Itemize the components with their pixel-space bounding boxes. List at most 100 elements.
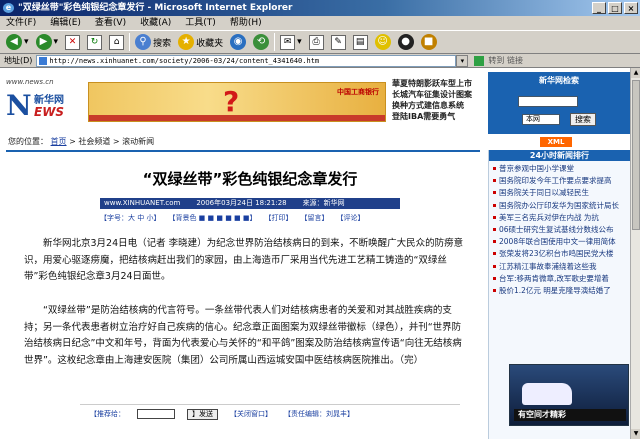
address-dropdown-button[interactable]: ▾: [456, 54, 469, 67]
stop-button[interactable]: ✕: [63, 32, 82, 52]
media-button[interactable]: ◉: [228, 32, 248, 52]
review-link[interactable]: 【评论】: [337, 213, 365, 223]
ranking-item[interactable]: 台军:移两肯微章,改军歌史要增着: [493, 273, 626, 285]
address-bar: 地址(D) http://news.xinhuanet.com/society/…: [0, 54, 640, 68]
logo-url: www.news.cn: [6, 78, 54, 86]
vertical-scrollbar[interactable]: ▲ ▼: [630, 68, 640, 439]
qq-button[interactable]: ●: [396, 32, 416, 52]
page-viewport: www.news.cn N 新华网 EWS ? 中国工商银行 華夏特朗影跃车型上…: [0, 68, 630, 439]
media-icon: ◉: [230, 34, 247, 50]
article-headline: “双绿丝带”彩色纯银纪念章发行: [142, 170, 358, 188]
ranking-item[interactable]: 国务院关于同日以减轻民生: [493, 187, 626, 199]
maximize-button[interactable]: □: [608, 2, 622, 14]
ranking-item[interactable]: 06硕士研究生复试基线分数线公布: [493, 224, 626, 236]
close-button[interactable]: ×: [624, 2, 638, 14]
ranking-item[interactable]: 国务院办公厅印发华为国家统计局长: [493, 200, 626, 212]
banner-stripe: [89, 115, 385, 121]
go-area[interactable]: 转到 链接: [474, 55, 523, 66]
search-box-title: 新华网检索: [539, 76, 579, 85]
logo-sub: EWS: [34, 105, 65, 119]
scroll-thumb[interactable]: [632, 80, 640, 230]
ranking-item[interactable]: 股价1.2亿元 明星克隆导演结婚了: [493, 285, 626, 297]
font-size-tool[interactable]: 【字号：大 中 小】: [100, 213, 160, 223]
search-button[interactable]: ⚲ 搜索: [133, 32, 173, 52]
mail-button[interactable]: ✉ ▾: [278, 32, 304, 52]
discuss-button[interactable]: ▤: [351, 32, 370, 52]
minimize-button[interactable]: _: [592, 2, 606, 14]
edit-button[interactable]: ✎: [329, 32, 348, 52]
ranking-item[interactable]: 2008年联合国使用中文一律用简体: [493, 236, 626, 248]
penguin-icon: ●: [397, 34, 414, 50]
search-icon: ⚲: [135, 34, 152, 50]
search-label: 搜索: [153, 38, 172, 49]
forward-arrow-icon: ▶: [35, 34, 52, 50]
history-button[interactable]: ⟲: [251, 32, 271, 52]
ranking-item[interactable]: 美军三名宪兵对伊在内战 为抗: [493, 212, 626, 224]
scroll-up-button[interactable]: ▲: [631, 68, 640, 78]
toolbar-divider: [129, 33, 131, 51]
window-title: "双绿丝带"彩色纯银纪念章发行 - Microsoft Internet Exp…: [18, 3, 293, 13]
home-button[interactable]: ⌂: [107, 32, 126, 52]
page-icon: [39, 56, 48, 65]
ranking-item[interactable]: 国务院印发今年工作要点要求提高: [493, 175, 626, 187]
ranking-item[interactable]: 江苏精江事故奉浦绕着这些我: [493, 261, 626, 273]
breadcrumb-prefix: 您的位置：: [8, 137, 48, 146]
edit-icon: ✎: [330, 34, 346, 50]
send-button[interactable]: 】发送: [187, 408, 218, 420]
background-color-tool[interactable]: 【背景色 ■ ■ ■ ■ ■ ■】: [168, 213, 256, 223]
breadcrumb-rule: [6, 150, 480, 152]
breadcrumb-rolling[interactable]: 滚动新闻: [122, 137, 154, 146]
top-link[interactable]: 换种方式建信息系统: [392, 100, 482, 111]
back-button[interactable]: ◀ ▾: [4, 32, 31, 52]
close-window-link[interactable]: 【关闭窗口】: [230, 408, 272, 420]
logo-mark: N 新华网 EWS: [6, 89, 66, 125]
address-label: 地址(D): [4, 56, 33, 65]
comment-link[interactable]: 【留言】: [301, 213, 329, 223]
bookmark-button[interactable]: ■: [419, 32, 439, 52]
car-ad-slogan: 有空间才精彩: [514, 409, 626, 421]
logo-n-glyph: N: [6, 89, 32, 122]
site-search-button[interactable]: 搜索: [570, 113, 596, 126]
star-icon: ★: [178, 34, 195, 50]
scroll-down-button[interactable]: ▼: [631, 429, 640, 439]
print-button[interactable]: ⎙: [307, 32, 326, 52]
recommend-email-input[interactable]: [137, 409, 175, 419]
bank-ad-banner[interactable]: ? 中国工商银行: [88, 82, 386, 122]
bank-name: 中国工商银行: [337, 88, 379, 96]
toolbar: ◀ ▾ ▶ ▾ ✕ ↻ ⌂ ⚲ 搜索 ★ 收藏夹 ◉ ⟲ ✉ ▾ ⎙ ✎ ▤ ☺ ● ■: [0, 30, 640, 54]
breadcrumb-society[interactable]: 社会频道: [78, 137, 110, 146]
site-search-input[interactable]: [518, 96, 578, 107]
menu-file[interactable]: 文件(F): [6, 16, 36, 30]
editor-credit: 【责任编辑：刘晁丰】: [284, 410, 354, 418]
forward-button[interactable]: ▶ ▾: [34, 32, 61, 52]
favorites-button[interactable]: ★ 收藏夹: [176, 32, 225, 52]
site-search-box: 新华网检索 本网 搜索: [488, 72, 630, 134]
ie-icon: e: [3, 3, 14, 13]
search-scope-select[interactable]: 本网: [522, 114, 560, 125]
menu-view[interactable]: 查看(V): [95, 16, 126, 30]
menu-help[interactable]: 帮助(H): [230, 16, 262, 30]
site-logo[interactable]: www.news.cn N 新华网 EWS: [6, 78, 76, 133]
refresh-button[interactable]: ↻: [85, 32, 104, 52]
history-icon: ⟲: [253, 34, 270, 50]
breadcrumb-home[interactable]: 首页: [51, 137, 67, 146]
address-input[interactable]: http://news.xinhuanet.com/society/2006-0…: [36, 54, 457, 67]
top-link[interactable]: 长城汽车征集设计图案: [392, 89, 482, 100]
menu-favorites[interactable]: 收藏(A): [140, 16, 171, 30]
meta-date: 2006年03月24日 18:21:28: [196, 199, 287, 207]
mail-icon: ✉: [280, 34, 296, 50]
top-link[interactable]: 華夏特朗影跃车型上市: [392, 78, 482, 89]
back-arrow-icon: ◀: [6, 34, 22, 50]
ranking-item[interactable]: 张荣发将23亿积台市鸣国民党大楼: [493, 248, 626, 260]
menu-tools[interactable]: 工具(T): [185, 16, 216, 30]
print-link[interactable]: 【打印】: [265, 213, 293, 223]
go-icon: [474, 55, 485, 66]
xml-badge[interactable]: XML: [540, 137, 572, 147]
menu-edit[interactable]: 编辑(E): [50, 16, 81, 30]
window-titlebar: e "双绿丝带"彩色纯银纪念章发行 - Microsoft Internet E…: [0, 0, 640, 16]
messenger-button[interactable]: ☺: [373, 32, 393, 52]
discuss-icon: ▤: [352, 34, 368, 50]
car-ad[interactable]: 有空间才精彩: [509, 364, 629, 426]
top-link[interactable]: 登陆IBA需要勇气: [392, 111, 482, 122]
ranking-item[interactable]: 普京参观中国小学课堂: [493, 163, 626, 175]
